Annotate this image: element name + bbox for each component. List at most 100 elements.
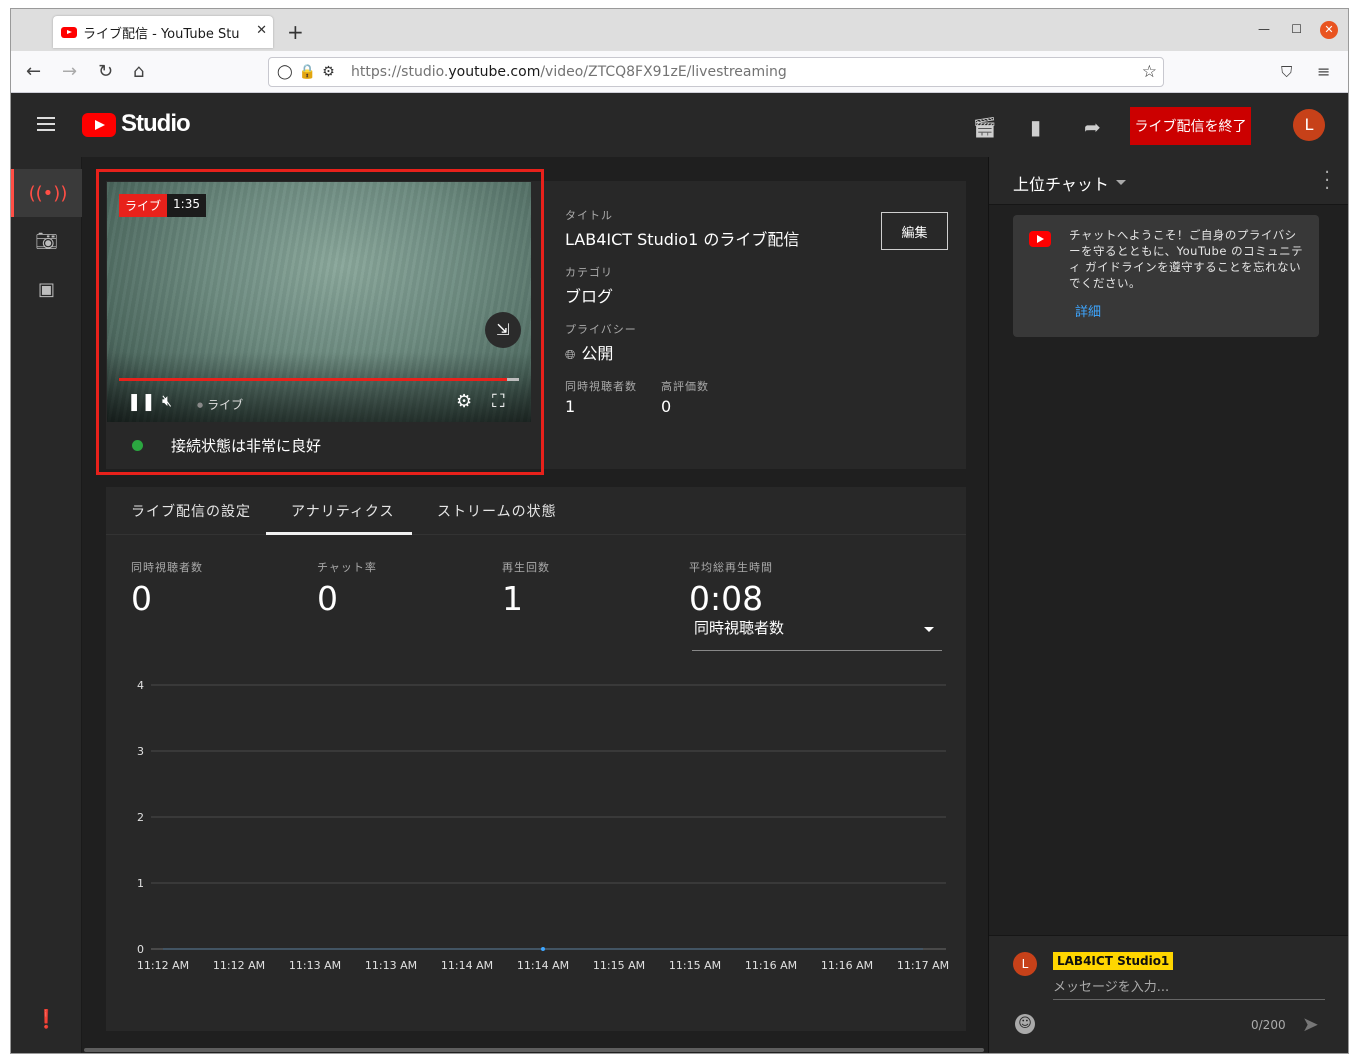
likes-label: 高評価数 (661, 380, 709, 393)
back-icon[interactable]: ← (26, 61, 41, 82)
camera-icon: 📷︎ (35, 230, 58, 252)
sidebar-item-manage[interactable]: ▣ (11, 265, 82, 313)
category-label: カテゴリ (565, 266, 613, 279)
x-tick-label: 11:13 AM (365, 959, 417, 972)
studio-header: Studio 🎬︎ ▮ ➦ ライブ配信を終了 L (11, 93, 1348, 157)
stream-details: タイトル LAB4ICT Studio1 のライブ配信 カテゴリ ブログ プライ… (565, 207, 799, 416)
main-content: ライブ 1:35 ⇲ ❚❚ 🔇︎ ライブ ⚙ ⛶ 接続状態は非常に良好 タイトル… (82, 157, 988, 1053)
menu-icon[interactable]: ≡ (1317, 62, 1330, 81)
url-text: https://studio.youtube.com/video/ZTCQ8FX… (351, 64, 787, 80)
horizontal-scrollbar[interactable] (82, 1046, 988, 1053)
youtube-favicon-icon (61, 26, 77, 38)
chat-author-name: LAB4ICT Studio1 (1053, 952, 1174, 970)
char-counter: 0/200 (1251, 1018, 1286, 1032)
broadcast-icon: ((•)) (28, 182, 68, 204)
welcome-text: チャットへようこそ！ご自身のプライバシーを守るとともに、YouTube のコミュ… (1069, 228, 1304, 290)
edit-button[interactable]: 編集 (881, 212, 948, 250)
globe-icon: 🌐︎ (565, 348, 576, 363)
studio-logo-text[interactable]: Studio (121, 110, 191, 138)
x-tick-label: 11:12 AM (137, 959, 189, 972)
home-icon[interactable]: ⌂ (133, 61, 144, 82)
sidebar-item-stream[interactable]: ((•)) (11, 169, 82, 217)
browser-tab[interactable]: ライブ配信 - YouTube Stu ✕ (53, 16, 273, 48)
y-tick-label: 4 (137, 679, 144, 692)
metric-concurrent-viewers: 同時視聴者数 0 (131, 561, 203, 618)
x-tick-label: 11:16 AM (821, 959, 873, 972)
likes-value: 0 (661, 397, 672, 416)
metric-select-value: 同時視聴者数 (694, 619, 785, 637)
hamburger-menu-icon[interactable] (37, 117, 55, 131)
tabs-row: ライブ配信の設定 アナリティクス ストリームの状態 (106, 487, 966, 535)
maximize-icon[interactable]: ☐ (1291, 22, 1302, 36)
tab-stream-settings[interactable]: ライブ配信の設定 (131, 501, 251, 521)
x-tick-label: 11:17 AM (897, 959, 949, 972)
clapperboard-icon[interactable]: 🎬︎ (972, 115, 997, 139)
y-tick-label: 3 (137, 745, 144, 758)
bookmark-star-icon[interactable]: ☆ (1142, 62, 1157, 82)
tab-close-icon[interactable]: ✕ (256, 23, 267, 38)
x-tick-label: 11:14 AM (517, 959, 569, 972)
x-tick-label: 11:14 AM (441, 959, 493, 972)
send-icon[interactable]: ➤ (1302, 1012, 1319, 1036)
chat-header: 上位チャット · · · (989, 157, 1348, 205)
active-tab-indicator (266, 532, 412, 535)
y-tick-label: 0 (137, 943, 144, 956)
dropdown-caret-icon (924, 627, 934, 632)
category-value: ブログ (565, 287, 614, 306)
tab-analytics[interactable]: アナリティクス (291, 501, 394, 521)
x-tick-label: 11:15 AM (593, 959, 645, 972)
metric-avg-watch-time: 平均総再生時間 0:08 (689, 561, 773, 618)
privacy-label: プライバシー (565, 323, 637, 336)
new-tab-icon[interactable]: + (287, 20, 304, 44)
youtube-icon (1029, 231, 1051, 247)
x-tick-label: 11:13 AM (289, 959, 341, 972)
tab-title: ライブ配信 - YouTube Stu (83, 26, 240, 42)
privacy-value: 🌐︎ 公開 (565, 344, 614, 363)
y-tick-label: 1 (137, 877, 144, 890)
address-bar[interactable]: ◯🔒⚙ https://studio.youtube.com/video/ZTC… (268, 57, 1164, 87)
learn-more-link[interactable]: 詳細 (1075, 301, 1101, 320)
feedback-icon: ❗ (35, 1008, 58, 1030)
metric-chat-rate: チャット率 0 (317, 561, 377, 618)
concurrent-viewers-value: 1 (565, 397, 576, 416)
data-point (541, 947, 545, 951)
highlight-box (96, 169, 544, 475)
minimize-icon[interactable]: — (1258, 22, 1270, 36)
title-label: タイトル (565, 209, 613, 222)
youtube-logo-icon[interactable] (82, 113, 116, 137)
x-tick-label: 11:12 AM (213, 959, 265, 972)
forward-icon[interactable]: → (62, 61, 77, 82)
chat-message-input[interactable] (1053, 976, 1325, 1000)
concurrent-viewers-label: 同時視聴者数 (565, 380, 637, 393)
viewers-chart: 0 1 2 3 4 11:12 AM 11:12 AM 11:13 AM 11:13 AM 11:… (137, 679, 949, 972)
chat-mode-selector[interactable]: 上位チャット (1013, 171, 1109, 195)
emoji-icon[interactable]: ☺ (1015, 1014, 1035, 1034)
reload-icon[interactable]: ↻ (98, 61, 113, 82)
chat-mode-caret-icon[interactable] (1116, 180, 1126, 185)
chat-panel: 上位チャット · · · チャットへようこそ！ご自身のプライバシーを守るとともに、Y… (988, 157, 1348, 1053)
chat-welcome-message: チャットへようこそ！ご自身のプライバシーを守るとともに、YouTube のコミュ… (1013, 215, 1319, 337)
navigation-bar: ← → ↻ ⌂ ◯🔒⚙ https://studio.youtube.com/v… (11, 51, 1348, 93)
tab-stream-health[interactable]: ストリームの状態 (437, 501, 557, 521)
more-options-icon[interactable]: · · · (1324, 164, 1330, 198)
sidebar-item-feedback[interactable]: ❗ (11, 995, 82, 1043)
tab-bar: ライブ配信 - YouTube Stu ✕ + — ☐ ✕ (11, 9, 1348, 51)
x-tick-label: 11:16 AM (745, 959, 797, 972)
pocket-icon[interactable]: ⛉ (1281, 63, 1292, 81)
end-stream-button[interactable]: ライブ配信を終了 (1130, 107, 1251, 145)
analytics-card: ライブ配信の設定 アナリティクス ストリームの状態 同時視聴者数 0 チャット率… (106, 487, 966, 1031)
account-avatar[interactable]: L (1293, 109, 1325, 141)
site-security-icon[interactable]: ◯🔒⚙ (269, 64, 351, 80)
browser-window: ライブ配信 - YouTube Stu ✕ + — ☐ ✕ ← → ↻ ⌂ ◯🔒… (10, 8, 1349, 1054)
bookmark-icon[interactable]: ▮ (1030, 115, 1041, 139)
chat-input-area: L LAB4ICT Studio1 ☺ 0/200 ➤ (989, 935, 1348, 1053)
y-tick-label: 2 (137, 811, 144, 824)
metric-select-dropdown[interactable]: 同時視聴者数 (692, 617, 942, 651)
left-sidebar: ((•)) 📷︎ ▣ ❗ (11, 157, 82, 1053)
sidebar-item-webcam[interactable]: 📷︎ (11, 217, 82, 265)
chat-author-avatar: L (1013, 952, 1037, 976)
stream-title: LAB4ICT Studio1 のライブ配信 (565, 230, 800, 249)
x-tick-label: 11:15 AM (669, 959, 721, 972)
share-icon[interactable]: ➦ (1084, 115, 1101, 139)
window-close-icon[interactable]: ✕ (1320, 21, 1338, 39)
